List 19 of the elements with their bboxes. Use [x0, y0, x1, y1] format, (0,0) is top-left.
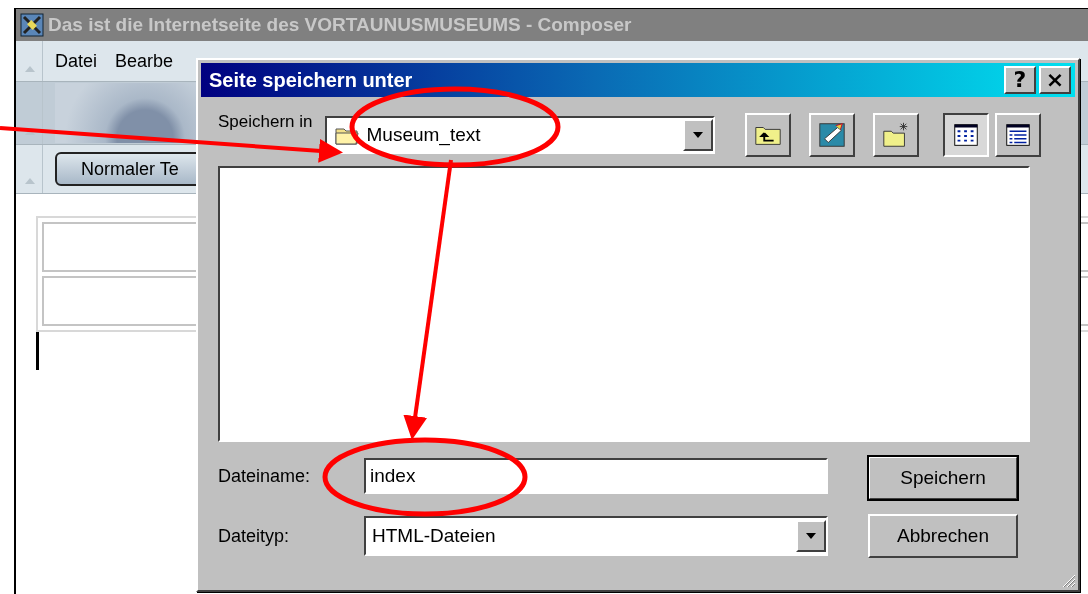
save-button[interactable]: Speichern — [868, 456, 1018, 500]
toolbar-button[interactable] — [942, 113, 989, 157]
field-label: Dateityp: — [218, 525, 291, 547]
resize-grip-icon — [1060, 572, 1076, 588]
menu-item[interactable]: Bearbe — [115, 50, 174, 72]
dialog-title: Seite speichern unter — [209, 68, 413, 92]
field-label: Speichern in — [218, 112, 313, 132]
field-label: Dateiname: — [218, 465, 312, 487]
close-button[interactable]: × — [1039, 66, 1071, 94]
menu-item[interactable]: Datei — [55, 50, 98, 72]
filename-field[interactable]: index — [364, 458, 828, 494]
cancel-button[interactable]: Abbrechen — [868, 514, 1018, 558]
folder-dropdown[interactable]: Museum_text — [324, 116, 715, 154]
window-title: Das ist die Internetseite des VORTAUNUSMUSEUMS - Composer — [48, 14, 632, 36]
file-type-dropdown[interactable]: HTML-Dateien — [364, 516, 828, 556]
desktop-icon — [816, 120, 847, 150]
composer-app-icon — [20, 13, 44, 37]
help-button[interactable]: ? — [1004, 66, 1036, 94]
text-cursor — [36, 332, 39, 370]
